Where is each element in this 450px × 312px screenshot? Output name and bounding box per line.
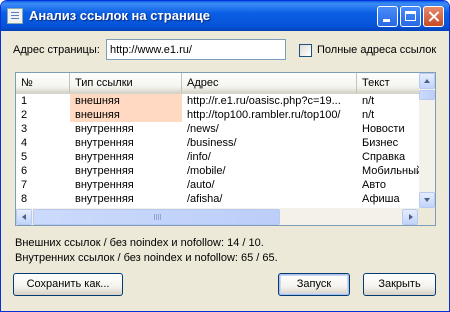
url-input[interactable] [106, 39, 286, 60]
url-label: Адрес страницы: [13, 44, 100, 56]
row-text: Авто [362, 179, 386, 191]
grip-icon [154, 214, 155, 220]
row-url: /info/ [187, 151, 211, 163]
run-button[interactable]: Запуск [278, 273, 350, 296]
scroll-up-icon [424, 79, 430, 83]
table-header: № Тип ссылки Адрес Текст [16, 73, 420, 94]
row-text: Справка [362, 151, 406, 163]
close-window-button[interactable] [423, 6, 444, 27]
vertical-scroll-thumb[interactable] [419, 90, 435, 100]
row-text: Мобильный [362, 165, 420, 177]
table-row[interactable]: 6 внутренняя/mobile/Мобильный [16, 164, 420, 178]
app-icon [7, 8, 23, 24]
row-num: 3 [21, 123, 28, 135]
row-num: 7 [21, 179, 28, 191]
links-table[interactable]: № Тип ссылки Адрес Текст 1 внешняя http://… [15, 72, 436, 226]
row-text: n/t [362, 109, 375, 121]
row-url: http://top100.rambler.ru/top100/ [187, 109, 341, 121]
horizontal-scroll-thumb[interactable] [33, 209, 280, 225]
scrollbar-corner [418, 208, 435, 225]
table-row[interactable]: 8 внутренняя/afisha/Афиша [16, 192, 420, 206]
row-text: n/t [362, 95, 375, 107]
row-url: /news/ [187, 123, 219, 135]
row-link-type: внутренняя [75, 179, 134, 191]
row-num: 2 [21, 109, 28, 121]
column-header-num[interactable]: № [16, 73, 70, 93]
row-url: /auto/ [187, 179, 215, 191]
row-url: http://r.e1.ru/oasisc.php?c=19... [187, 95, 341, 107]
scroll-right-icon [409, 214, 413, 220]
maximize-button[interactable] [400, 6, 421, 27]
title-bar[interactable]: Анализ ссылок на странице [1, 1, 449, 31]
analysis-window: Анализ ссылок на странице Адрес страницы… [0, 0, 450, 312]
scroll-down-button[interactable] [419, 192, 435, 208]
row-text: Бизнес [362, 137, 399, 149]
table-row[interactable]: 4 внутренняя/business/Бизнес [16, 136, 420, 150]
row-link-type: внутренняя [75, 193, 134, 205]
row-num: 6 [21, 165, 28, 177]
row-link-type: внутренняя [75, 123, 134, 135]
row-num: 1 [21, 95, 28, 107]
row-text: Новости [362, 123, 405, 135]
row-url: /business/ [187, 137, 237, 149]
column-header-url[interactable]: Адрес [182, 73, 357, 93]
row-link-type: внешняя [70, 94, 182, 108]
row-num: 5 [21, 151, 28, 163]
window-title: Анализ ссылок на странице [29, 8, 211, 23]
scroll-down-icon [424, 198, 430, 202]
close-button[interactable]: Закрыть [363, 273, 436, 296]
row-num: 4 [21, 137, 28, 149]
external-links-stat: Внешних ссылок / без noindex и nofollow:… [15, 237, 264, 249]
row-url: /mobile/ [187, 165, 226, 177]
internal-links-stat: Внутренних ссылок / без noindex и nofoll… [15, 252, 278, 264]
table-row[interactable]: 7 внутренняя/auto/Авто [16, 178, 420, 192]
full-urls-checkbox[interactable] [299, 44, 312, 57]
row-num: 8 [21, 193, 28, 205]
row-link-type: внутренняя [75, 137, 134, 149]
table-row[interactable]: 5 внутренняя/info/Справка [16, 150, 420, 164]
vertical-scrollbar[interactable] [419, 73, 435, 208]
full-urls-label: Полные адреса ссылок [317, 44, 437, 56]
table-row[interactable]: 1 внешняя http://r.e1.ru/oasisc.php?c=19..… [16, 94, 420, 108]
table-row[interactable]: 2 внешняя http://top100.rambler.ru/top100/… [16, 108, 420, 122]
minimize-button[interactable] [377, 6, 398, 27]
save-as-button[interactable]: Сохранить как... [13, 273, 123, 296]
scroll-up-button[interactable] [419, 73, 435, 89]
row-link-type: внешняя [70, 108, 182, 122]
row-link-type: внутренняя [75, 151, 134, 163]
scroll-left-button[interactable] [16, 209, 32, 225]
row-link-type: внутренняя [75, 165, 134, 177]
column-header-text[interactable]: Текст [357, 73, 420, 93]
row-url: /afisha/ [187, 193, 223, 205]
table-row[interactable]: 3 внутренняя/news/Новости [16, 122, 420, 136]
scroll-left-icon [22, 214, 26, 220]
scroll-right-button[interactable] [402, 209, 418, 225]
horizontal-scrollbar[interactable] [16, 208, 419, 225]
column-header-type[interactable]: Тип ссылки [70, 73, 182, 93]
row-text: Афиша [362, 193, 400, 205]
